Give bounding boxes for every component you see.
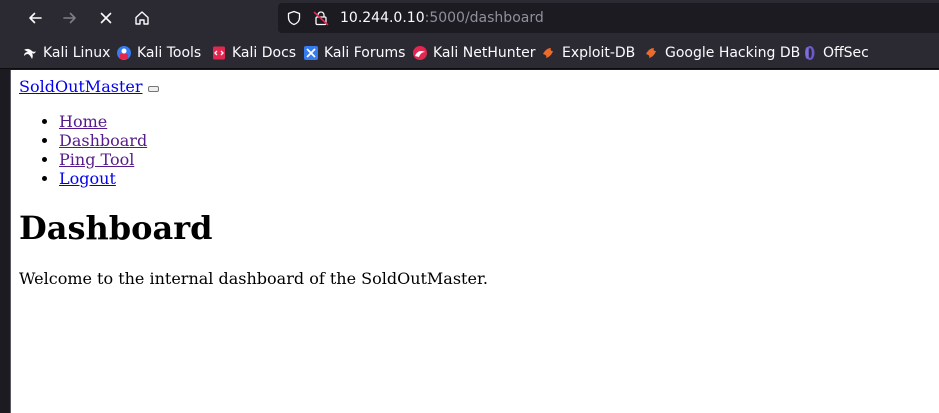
arrow-right-icon: [63, 12, 76, 24]
arrow-left-icon: [29, 12, 42, 24]
nav-item-dashboard: Dashboard: [59, 131, 147, 150]
bookmark-exploit-db[interactable]: Exploit-DB: [541, 44, 635, 62]
exploit-db-icon: [541, 45, 557, 61]
offsec-icon: [802, 45, 818, 61]
url-text[interactable]: 10.244.0.10:5000/dashboard: [340, 9, 544, 27]
bookmark-kali-docs[interactable]: Kali Docs: [211, 44, 296, 62]
nav-item-home: Home: [59, 112, 147, 131]
kali-dragon-icon: [22, 45, 38, 61]
kali-forums-icon: [303, 45, 319, 61]
insecure-lock-icon[interactable]: [313, 10, 329, 26]
url-path: :5000/dashboard: [424, 10, 544, 26]
shield-icon[interactable]: [286, 10, 302, 26]
bookmark-label: Kali Tools: [137, 45, 202, 61]
nav-link-home[interactable]: Home: [59, 112, 107, 131]
nav-link-logout[interactable]: Logout: [59, 169, 116, 188]
page-viewport: SoldOutMaster Home Dashboard Ping Tool L…: [10, 70, 939, 413]
nav-item-ping-tool: Ping Tool: [59, 150, 147, 169]
bookmark-label: OffSec: [823, 45, 869, 61]
welcome-text: Welcome to the internal dashboard of the…: [19, 269, 488, 288]
ghdb-icon: [644, 45, 660, 61]
bookmark-offsec[interactable]: OffSec: [802, 44, 869, 62]
nav-link-ping-tool[interactable]: Ping Tool: [59, 150, 134, 169]
close-icon: [100, 12, 112, 24]
navbar-toggler-button[interactable]: [148, 85, 160, 92]
kali-tools-icon: [116, 45, 132, 61]
bookmark-kali-forums[interactable]: Kali Forums: [303, 44, 405, 62]
bookmark-label: Google Hacking DB: [665, 45, 801, 61]
forward-button[interactable]: [56, 4, 84, 32]
bookmark-kali-nethunter[interactable]: Kali NetHunter: [412, 44, 535, 62]
bookmark-label: Kali Docs: [232, 45, 297, 61]
url-bar[interactable]: 10.244.0.10:5000/dashboard: [278, 3, 939, 33]
bookmark-kali-linux[interactable]: Kali Linux: [22, 44, 110, 62]
bookmark-label: Exploit-DB: [562, 45, 636, 61]
stop-button[interactable]: [92, 4, 120, 32]
nethunter-icon: [412, 45, 428, 61]
brand-link[interactable]: SoldOutMaster: [19, 77, 142, 96]
url-host: 10.244.0.10: [340, 10, 425, 26]
nav-item-logout: Logout: [59, 169, 147, 188]
navbar: SoldOutMaster: [19, 77, 160, 97]
bookmark-label: Kali Linux: [43, 45, 111, 61]
bookmarks-toolbar: Kali Linux Kali Tools Kali Docs Kali For…: [0, 37, 939, 69]
bookmark-label: Kali NetHunter: [433, 45, 536, 61]
bookmark-google-hacking-db[interactable]: Google Hacking DB: [644, 44, 800, 62]
home-icon: [135, 11, 149, 25]
browser-toolbar: 10.244.0.10:5000/dashboard: [0, 0, 939, 37]
home-button[interactable]: [128, 4, 156, 32]
bookmark-label: Kali Forums: [324, 45, 406, 61]
back-button[interactable]: [21, 4, 49, 32]
bookmark-kali-tools[interactable]: Kali Tools: [116, 44, 201, 62]
nav-link-dashboard[interactable]: Dashboard: [59, 131, 147, 150]
kali-docs-icon: [211, 45, 227, 61]
nav-list: Home Dashboard Ping Tool Logout: [11, 112, 147, 188]
page-title: Dashboard: [19, 209, 213, 247]
